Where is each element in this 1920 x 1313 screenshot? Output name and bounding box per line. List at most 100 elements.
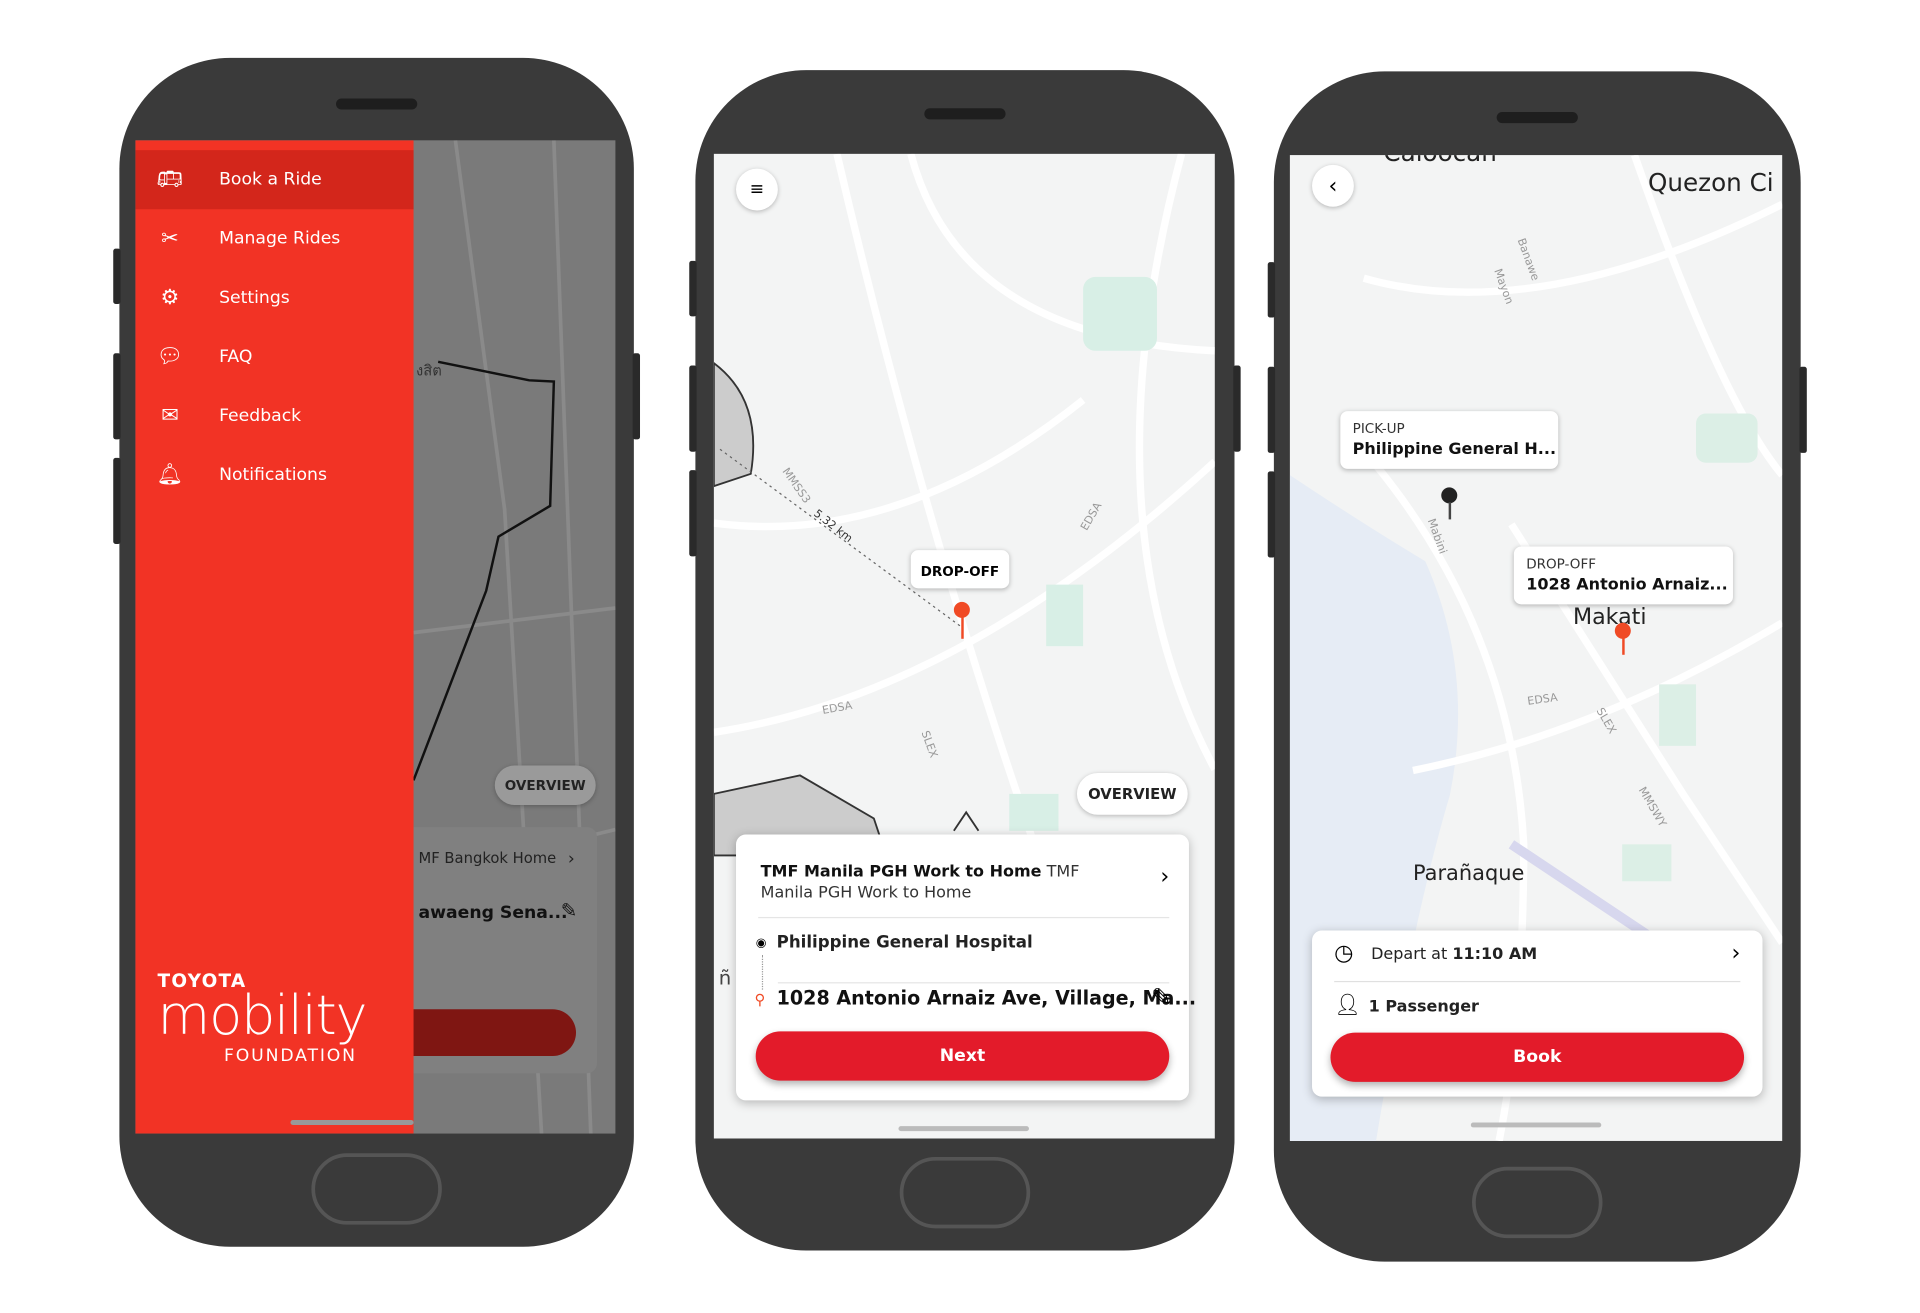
speaker: [1496, 112, 1578, 124]
dropoff-location[interactable]: 1028 Antonio Arnaiz Ave, Village, Ma...: [777, 987, 1196, 1009]
menu-label: FAQ: [219, 347, 253, 367]
route-card-dimmed: MF Bangkok Home › awaeng Sena... ✎: [381, 827, 597, 1074]
overview-button[interactable]: OVERVIEW: [494, 765, 596, 805]
pickup-value: Philippine General H...: [1352, 440, 1557, 460]
route-title-bold: TMF Manila PGH Work to Home: [760, 862, 1042, 882]
home-indicator: [898, 1126, 1029, 1132]
map-label: Parañaque: [1412, 861, 1525, 887]
logo-main: mobility: [157, 984, 368, 1048]
pencil-icon[interactable]: ✎: [1151, 982, 1172, 1012]
pickup-location[interactable]: Philippine General Hospital: [777, 933, 1033, 953]
book-button[interactable]: Book: [1330, 1032, 1745, 1082]
home-button[interactable]: [311, 1153, 442, 1225]
depart-time-row[interactable]: ◷ Depart at 11:10 AM ›: [1312, 930, 1762, 979]
next-button[interactable]: Next: [755, 1031, 1170, 1081]
side-button: [632, 353, 641, 440]
pickup-callout: PICK-UP Philippine General H...: [1340, 411, 1559, 469]
route-card: TMF Manila PGH Work to Home TMF Manila P…: [736, 834, 1196, 1101]
depart-time: 11:10 AM: [1452, 945, 1538, 964]
home-indicator: [1470, 1122, 1602, 1128]
back-arrow-icon[interactable]: ‹: [1312, 164, 1354, 207]
chevron-right-icon[interactable]: ›: [568, 849, 575, 869]
side-button: [689, 365, 697, 452]
drop-off-callout: DROP-OFF: [910, 550, 1009, 589]
side-button: [689, 470, 697, 557]
divider: [1334, 980, 1741, 983]
map-label: Quezon Ci: [1648, 167, 1774, 197]
side-button: [113, 353, 121, 440]
home-button[interactable]: [899, 1156, 1031, 1229]
menu-item-faq[interactable]: 💬︎ FAQ: [135, 327, 413, 386]
side-button: [1233, 365, 1241, 452]
divider: [777, 982, 1170, 984]
side-button: [1267, 366, 1276, 453]
map-label-fragment: ñ: [718, 966, 732, 990]
feedback-icon: ✉: [161, 403, 179, 429]
side-button: [689, 260, 697, 317]
faq-bubble-icon: 💬︎: [156, 344, 184, 370]
dropoff-value: 1028 Antonio Arnaiz...: [1526, 576, 1728, 595]
pickup-dot-icon: ◉: [755, 936, 767, 951]
speaker: [924, 108, 1006, 120]
toyota-mobility-logo: TOYOTA mobility FOUNDATION: [157, 970, 368, 1066]
gear-icon: ⚙: [160, 285, 180, 311]
drop-off-label: DROP-OFF: [920, 563, 1000, 580]
navigation-drawer: 🚌︎ Book a Ride ✂ Manage Rides ⚙ Settings 💬︎…: [135, 140, 414, 1134]
drop-off-pin-icon[interactable]: [953, 601, 970, 618]
logo-bottom: FOUNDATION: [224, 1046, 357, 1066]
home-indicator: [290, 1120, 414, 1125]
map-label: Caloocan: [1383, 155, 1496, 167]
destination: awaeng Sena...: [418, 903, 568, 924]
hamburger-menu-icon[interactable]: ≡: [736, 168, 778, 211]
pencil-icon[interactable]: ✎: [561, 898, 578, 921]
clock-icon: ◷: [1334, 940, 1354, 967]
pin-stem: [961, 616, 964, 639]
menu-label: Manage Rides: [219, 228, 341, 249]
dropoff-callout: DROP-OFF 1028 Antonio Arnaiz...: [1513, 546, 1733, 605]
screen: Caloocan Quezon Ci Makati Parañaque EDSA…: [1289, 155, 1783, 1141]
pin-stem: [1448, 502, 1451, 520]
chevron-right-icon[interactable]: ›: [1160, 864, 1169, 890]
booking-card: ◷ Depart at 11:10 AM › 👤︎ 1 Passenger Bo…: [1312, 930, 1763, 1097]
menu-item-settings[interactable]: ⚙ Settings: [135, 268, 413, 327]
phone-3: Caloocan Quezon Ci Makati Parañaque EDSA…: [1267, 71, 1807, 1262]
side-button: [1267, 471, 1276, 558]
overview-button[interactable]: OVERVIEW: [1076, 772, 1188, 815]
dropoff-key: DROP-OFF: [1526, 556, 1597, 573]
divider: [758, 916, 1170, 919]
route-connector: [761, 955, 764, 990]
menu-item-feedback[interactable]: ✉ Feedback: [135, 386, 413, 445]
person-icon: 👤︎: [1334, 993, 1361, 1018]
side-button: [1267, 262, 1276, 318]
map-label: Makati: [1572, 604, 1647, 631]
screen: MMSS3 5.32 km EDSA EDSA SLEX ≡ DROP-OFF …: [713, 153, 1215, 1139]
bus-icon: 🚌︎: [156, 167, 184, 193]
passenger-count[interactable]: 1 Passenger: [1369, 998, 1479, 1016]
dropoff-pin-icon[interactable]: [1614, 622, 1631, 639]
side-button: [113, 248, 121, 305]
menu-label: Feedback: [219, 406, 302, 426]
side-button: [1799, 366, 1807, 453]
side-button: [113, 457, 121, 545]
pickup-pin-icon[interactable]: [1441, 487, 1458, 504]
bell-icon: 🔔︎: [156, 462, 184, 488]
menu-label: Settings: [219, 288, 290, 308]
route-title[interactable]: TMF Manila PGH Work to Home TMF Manila P…: [761, 862, 1130, 904]
speaker: [336, 98, 418, 110]
menu-label: Notifications: [219, 465, 327, 485]
map-label: งสิต: [416, 361, 442, 380]
depart-prefix: Depart at: [1371, 945, 1453, 964]
menu-item-book-a-ride[interactable]: 🚌︎ Book a Ride: [135, 150, 414, 210]
phone-1: งสิต OVERVIEW MF Bangkok Home › awaeng S…: [113, 57, 641, 1247]
tools-icon: ✂: [161, 226, 179, 252]
pickup-key: PICK-UP: [1352, 420, 1405, 437]
menu-item-notifications[interactable]: 🔔︎ Notifications: [135, 446, 413, 505]
pin-stem: [1622, 637, 1625, 655]
dropoff-pin-icon: ⚲: [754, 990, 766, 1009]
home-button[interactable]: [1472, 1166, 1603, 1239]
screen: งสิต OVERVIEW MF Bangkok Home › awaeng S…: [135, 140, 616, 1134]
route-name: MF Bangkok Home: [418, 849, 557, 867]
phone-2: MMSS3 5.32 km EDSA EDSA SLEX ≡ DROP-OFF …: [689, 70, 1241, 1251]
chevron-right-icon: ›: [1731, 940, 1741, 967]
menu-item-manage-rides[interactable]: ✂ Manage Rides: [135, 209, 413, 268]
